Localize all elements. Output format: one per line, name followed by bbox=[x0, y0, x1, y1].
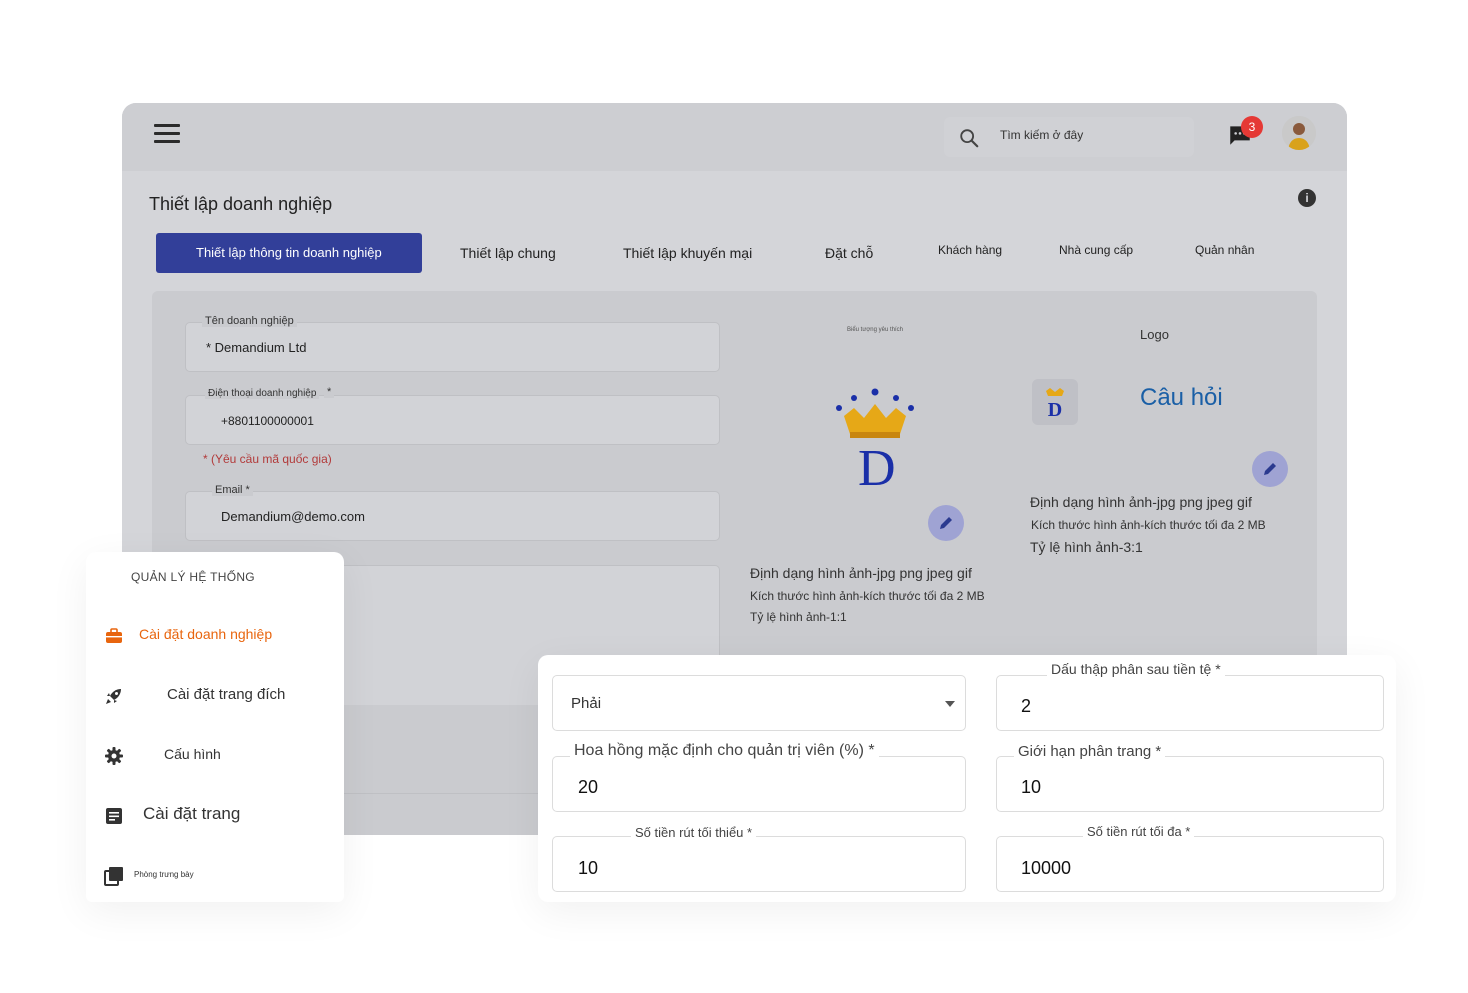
pagination-limit-field[interactable]: 10 bbox=[996, 756, 1384, 812]
sidebar-item-label: Cài đặt trang bbox=[143, 804, 241, 823]
tab-booking[interactable]: Đặt chỗ bbox=[825, 233, 873, 273]
logo-label: Logo bbox=[1140, 327, 1169, 342]
pagination-limit-label: Giới hạn phân trang * bbox=[1014, 743, 1166, 760]
search-input[interactable]: Tìm kiếm ở đây bbox=[944, 117, 1194, 157]
tab-promotion[interactable]: Thiết lập khuyến mại bbox=[623, 233, 752, 273]
sidebar-header: QUẢN LÝ HỆ THỐNG bbox=[131, 570, 255, 584]
decimal-places-label: Dấu thập phân sau tiền tệ * bbox=[1047, 661, 1225, 677]
business-settings-panel: Phải 2 Dấu thập phân sau tiền tệ * 20 Ho… bbox=[538, 655, 1396, 902]
admin-commission-value: 20 bbox=[578, 777, 599, 797]
logo-size-info: Kích thước hình ảnh-kích thước tối đa 2 … bbox=[1031, 518, 1266, 532]
tab-business-info[interactable]: Thiết lập thông tin doanh nghiệp bbox=[156, 233, 422, 273]
min-withdraw-value: 10 bbox=[578, 858, 599, 878]
favicon-size-info: Kích thước hình ảnh-kích thước tối đa 2 … bbox=[750, 589, 985, 603]
logo-thumbnail: D bbox=[1032, 379, 1078, 425]
business-name-value: * Demandium Ltd bbox=[206, 340, 307, 355]
page-title: Thiết lập doanh nghiệp bbox=[149, 194, 333, 214]
sidebar-item-configuration[interactable]: Cấu hình bbox=[86, 736, 344, 776]
favicon-label: Biểu tượng yêu thích bbox=[847, 327, 903, 333]
min-withdraw-label: Số tiền rút tối thiểu * bbox=[631, 825, 757, 840]
logo-mark-icon: D bbox=[1046, 388, 1064, 421]
max-withdraw-label: Số tiền rút tối đa * bbox=[1083, 824, 1195, 839]
business-phone-required: * bbox=[324, 386, 335, 398]
decimal-places-field[interactable]: 2 bbox=[996, 675, 1384, 731]
business-phone-field[interactable]: +8801100000001 bbox=[185, 395, 720, 445]
favicon-ratio-info: Tỷ lệ hình ảnh-1:1 bbox=[750, 610, 847, 624]
edit-favicon-button[interactable] bbox=[928, 505, 964, 541]
business-name-field[interactable]: * Demandium Ltd bbox=[185, 322, 720, 372]
business-name-label: Tên doanh nghiệp bbox=[202, 315, 297, 327]
sidebar-item-page-settings[interactable]: Cài đặt trang bbox=[86, 796, 344, 836]
favicon-letter: D bbox=[858, 440, 896, 497]
email-field[interactable]: Demandium@demo.com bbox=[185, 491, 720, 541]
business-phone-value: +8801100000001 bbox=[221, 414, 314, 428]
min-withdraw-field[interactable]: 10 bbox=[552, 836, 966, 892]
sidebar-item-label: Cấu hình bbox=[164, 746, 221, 762]
sidebar-item-gallery[interactable]: Phòng trưng bày bbox=[86, 856, 344, 896]
svg-text:D: D bbox=[1048, 399, 1062, 421]
rocket-icon bbox=[106, 689, 121, 704]
max-withdraw-value: 10000 bbox=[1021, 858, 1072, 878]
sidebar-item-landing-settings[interactable]: Cài đặt trang đích bbox=[86, 676, 344, 716]
logo-format-info: Định dạng hình ảnh-jpg png jpeg gif bbox=[1030, 494, 1252, 510]
document-icon bbox=[106, 808, 122, 824]
pencil-icon bbox=[940, 517, 952, 529]
tab-customers[interactable]: Khách hàng bbox=[938, 230, 1002, 270]
top-bar: Tìm kiếm ở đây 3 bbox=[122, 103, 1347, 171]
search-icon bbox=[960, 129, 979, 148]
briefcase-icon bbox=[106, 628, 122, 643]
favicon-format-info: Định dạng hình ảnh-jpg png jpeg gif bbox=[750, 565, 972, 581]
edit-logo-button[interactable] bbox=[1252, 451, 1288, 487]
crown-icon bbox=[836, 388, 914, 438]
logo-name: Câu hỏi bbox=[1140, 384, 1223, 411]
chevron-down-icon bbox=[945, 701, 955, 707]
email-value: Demandium@demo.com bbox=[221, 509, 365, 524]
tab-general[interactable]: Thiết lập chung bbox=[460, 233, 556, 273]
avatar[interactable] bbox=[1282, 116, 1316, 150]
gallery-icon bbox=[104, 867, 123, 886]
phone-country-code-note: * (Yêu cầu mã quốc gia) bbox=[203, 452, 332, 466]
user-avatar-icon bbox=[1282, 116, 1316, 150]
menu-icon[interactable] bbox=[154, 124, 180, 144]
pagination-limit-value: 10 bbox=[1021, 777, 1042, 797]
notification-badge: 3 bbox=[1241, 116, 1263, 138]
info-icon[interactable]: i bbox=[1298, 189, 1316, 207]
admin-commission-label: Hoa hồng mặc định cho quản trị viên (%) … bbox=[570, 742, 879, 760]
sidebar-item-label: Cài đặt trang đích bbox=[167, 686, 286, 703]
search-placeholder: Tìm kiếm ở đây bbox=[1000, 128, 1084, 142]
max-withdraw-field[interactable]: 10000 bbox=[996, 836, 1384, 892]
sidebar-item-label: Cài đặt doanh nghiệp bbox=[139, 626, 273, 642]
tab-staff[interactable]: Quản nhân bbox=[1195, 230, 1254, 270]
decimal-places-value: 2 bbox=[1021, 696, 1032, 716]
system-sidebar: QUẢN LÝ HỆ THỐNG Cài đặt doanh nghiệp Cà… bbox=[86, 552, 344, 902]
email-label: Email * bbox=[212, 484, 253, 496]
business-phone-label: Điện thoại doanh nghiệp bbox=[205, 388, 320, 399]
sidebar-item-business-settings[interactable]: Cài đặt doanh nghiệp bbox=[86, 616, 344, 656]
currency-position-value: Phải bbox=[571, 695, 602, 712]
admin-commission-field[interactable]: 20 bbox=[552, 756, 966, 812]
tab-providers[interactable]: Nhà cung cấp bbox=[1059, 230, 1133, 270]
logo-ratio-info: Tỷ lệ hình ảnh-3:1 bbox=[1030, 539, 1143, 555]
currency-position-select[interactable]: Phải bbox=[552, 675, 966, 731]
sidebar-item-label: Phòng trưng bày bbox=[134, 870, 194, 879]
gear-icon bbox=[105, 747, 123, 765]
pencil-icon bbox=[1264, 463, 1276, 475]
